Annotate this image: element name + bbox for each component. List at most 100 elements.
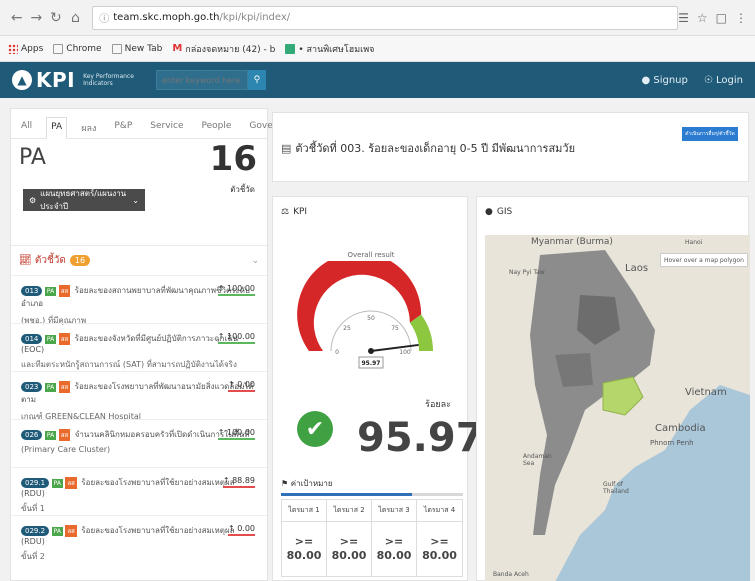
quarter-target-table: ไตรมาส 1 ไตรมาส 2 ไตรมาส 3 ไตรมาส 4 >= 80… bbox=[281, 499, 463, 577]
url-path: /kpi/kpi/index/ bbox=[219, 12, 291, 23]
kpi-panel: ⚖ KPI Overall result 0 25 50 75 100 95.97 ✔ ร… bbox=[272, 196, 484, 581]
gauge-tick-label: 0 bbox=[335, 349, 339, 356]
indicator-code: 026 bbox=[21, 430, 43, 440]
tab-people[interactable]: People bbox=[198, 117, 236, 138]
value-bar bbox=[222, 486, 255, 488]
kpi-header-label: KPI bbox=[293, 207, 308, 217]
gauge-band-red bbox=[297, 261, 422, 351]
bookmark-label: Apps bbox=[21, 43, 44, 54]
category-header: PA 16 ตัวชี้วัด ⚙ แผนยุทธศาสตร์/แผนงาน ป… bbox=[11, 139, 267, 213]
indicator-text: ร้อยละของโรงพยาบาลที่พัฒนาอนามัยสิ่งแวดล… bbox=[21, 382, 254, 404]
search-icon[interactable]: ⚲ bbox=[247, 70, 266, 90]
gauge-value-label: 95.97 bbox=[362, 360, 381, 367]
signup-link[interactable]: ● Signup bbox=[641, 75, 687, 86]
kpi-unit: ร้อยละ bbox=[425, 400, 451, 410]
bookmark-apps[interactable]: Apps bbox=[8, 43, 44, 54]
indicator-value: ↑ 0.00 bbox=[227, 380, 255, 392]
ss-tag: สส bbox=[65, 477, 77, 489]
star-icon[interactable]: ☆ bbox=[697, 11, 708, 25]
tab-pp[interactable]: P&P bbox=[110, 117, 136, 138]
gmail-icon: M bbox=[172, 43, 183, 54]
indicator-value: ↑ 100.00 bbox=[217, 284, 255, 296]
bookmark-label: • สานพิเศษโฮมเพจ bbox=[298, 44, 375, 55]
indicator-value: ↑ 100.00 bbox=[217, 428, 255, 440]
address-bar[interactable]: ⓘ team.skc.moph.go.th/kpi/kpi/index/ bbox=[92, 5, 679, 30]
indicators-header-label: ตัวชี้วัด bbox=[34, 255, 66, 266]
gauge-title: Overall result bbox=[347, 251, 395, 259]
quarter-header: ไตรมาส 1 bbox=[282, 500, 327, 522]
indicators-count-badge: 16 bbox=[69, 255, 91, 266]
indicator-count: 16 bbox=[209, 139, 257, 179]
indicator-item[interactable]: 023 PA สส ร้อยละของโรงพยาบาลที่พัฒนาอนาม… bbox=[11, 371, 267, 421]
category-tabs: All PA ผลง P&P Service People Governance bbox=[11, 109, 304, 139]
site-icon bbox=[285, 43, 296, 54]
plan-dropdown-button[interactable]: ⚙ แผนยุทธศาสตร์/แผนงาน ประจำปี ⌄ bbox=[23, 189, 145, 211]
bookmark-newtab[interactable]: New Tab bbox=[111, 43, 163, 54]
reload-icon[interactable]: ↻ bbox=[47, 9, 65, 27]
logo-text: KPI bbox=[36, 68, 76, 92]
indicator-title-text: ตัวชี้วัดที่ 003. ร้อยละของเด็กอายุ 0-5 … bbox=[295, 142, 576, 155]
quarter-header: ไตรมาส 3 bbox=[372, 500, 417, 522]
indicators-header[interactable]: 📈︎ ตัวชี้วัด 16 ⌄ bbox=[11, 245, 267, 275]
indicator-text: ร้อยละของสถานพยาบาลที่พัฒนาคุณภาพชีวิตระ… bbox=[21, 286, 250, 308]
target-header: ⚑ ค่าเป้าหมาย bbox=[281, 479, 333, 488]
location-pin-icon: ● bbox=[485, 207, 493, 217]
gauge-tick-label: 25 bbox=[343, 325, 351, 332]
bookmark-label: New Tab bbox=[124, 43, 163, 54]
bookmark-gmail[interactable]: M กล่องจดหมาย (42) - b bbox=[172, 42, 275, 56]
gis-panel: ● GIS Hover over a map polygon Myanmar (… bbox=[476, 196, 750, 581]
map-label: Cambodia bbox=[655, 423, 706, 434]
map-label: Gulf of Thailand bbox=[603, 481, 629, 495]
kpi-logo[interactable]: ▲ KPI Key Performance Indicators bbox=[12, 68, 134, 92]
forward-icon[interactable]: → bbox=[28, 9, 46, 27]
kpi-panel-header: ⚖ KPI bbox=[273, 197, 467, 227]
back-icon[interactable]: ← bbox=[8, 9, 26, 27]
indicator-title: ▤ ตัวชี้วัดที่ 003. ร้อยละของเด็กอายุ 0-… bbox=[281, 139, 575, 157]
indicator-item[interactable]: 014 PA สส ร้อยละของจังหวัดที่มีศูนย์ปฏิบ… bbox=[11, 323, 267, 371]
indicator-text-2: และทีมตระหนักรู้สถานการณ์ (SAT) ที่สามาร… bbox=[21, 360, 237, 369]
menu-icon[interactable]: ⋮ bbox=[735, 11, 747, 25]
chevron-down-icon: ⌄ bbox=[251, 255, 259, 266]
indicator-value: ↑ 0.00 bbox=[227, 524, 255, 536]
indicator-item[interactable]: 029.1 PA สส ร้อยละของโรงพยาบาลที่ใช้ยาอย… bbox=[11, 467, 267, 515]
indicator-code: 029.2 bbox=[21, 526, 50, 536]
quarter-header: ไตรมาส 4 bbox=[417, 500, 462, 522]
bookmark-label: กล่องจดหมาย (42) - b bbox=[185, 44, 276, 55]
map-label: Laos bbox=[625, 263, 649, 274]
indicator-action-button[interactable]: ดำเนินการอื่นๆ/ตัวชี้วัด bbox=[682, 127, 738, 141]
bookmarks-bar: Apps Chrome New Tab M กล่องจดหมาย (42) - … bbox=[0, 36, 755, 62]
indicator-item[interactable]: 029.2 PA สส ร้อยละของโรงพยาบาลที่ใช้ยาอย… bbox=[11, 515, 267, 563]
map-label: Banda Aceh bbox=[493, 571, 529, 578]
dashboard-icon: ⚖ bbox=[281, 207, 290, 217]
tab-pps[interactable]: ผลง bbox=[77, 117, 100, 138]
lock-icon: ⓘ bbox=[99, 14, 110, 25]
pa-tag: PA bbox=[44, 287, 57, 296]
gis-map[interactable]: Hover over a map polygon Myanmar (Burma)… bbox=[485, 235, 750, 581]
bookmark-home[interactable]: • สานพิเศษโฮมเพจ bbox=[285, 42, 374, 56]
map-label: Phnom Penh bbox=[650, 439, 694, 447]
bookmark-chrome[interactable]: Chrome bbox=[53, 43, 102, 54]
ss-tag: สส bbox=[58, 381, 71, 393]
tab-all[interactable]: All bbox=[17, 117, 36, 138]
indicator-item[interactable]: 013 PA สส ร้อยละของสถานพยาบาลที่พัฒนาคุณ… bbox=[11, 275, 267, 325]
page-icon bbox=[111, 43, 122, 54]
target-progress-fill bbox=[281, 493, 413, 496]
login-link[interactable]: ☉ Login bbox=[704, 75, 743, 86]
value-bar bbox=[217, 294, 255, 296]
pa-tag: PA bbox=[51, 479, 63, 488]
quarter-target: >= 80.00 bbox=[372, 522, 417, 576]
indicator-text-2: (Primary Care Cluster) bbox=[21, 445, 111, 454]
indicator-count-unit: ตัวชี้วัด bbox=[230, 185, 255, 194]
tab-service[interactable]: Service bbox=[146, 117, 187, 138]
tab-pa[interactable]: PA bbox=[46, 117, 68, 139]
gauge-hub bbox=[368, 348, 374, 354]
value-bar bbox=[227, 534, 255, 536]
ss-tag: สส bbox=[58, 429, 71, 441]
indicator-item[interactable]: 026 PA สส จำนวนคลินิกหมอครอบครัวที่เปิดด… bbox=[11, 419, 267, 467]
extension-icon[interactable]: □ bbox=[716, 11, 727, 25]
search-input[interactable] bbox=[155, 70, 248, 90]
bookmark-label: Chrome bbox=[66, 43, 102, 54]
home-icon[interactable]: ⌂ bbox=[67, 9, 85, 27]
translate-icon[interactable]: ☰ bbox=[678, 11, 689, 25]
pa-tag: PA bbox=[44, 431, 57, 440]
